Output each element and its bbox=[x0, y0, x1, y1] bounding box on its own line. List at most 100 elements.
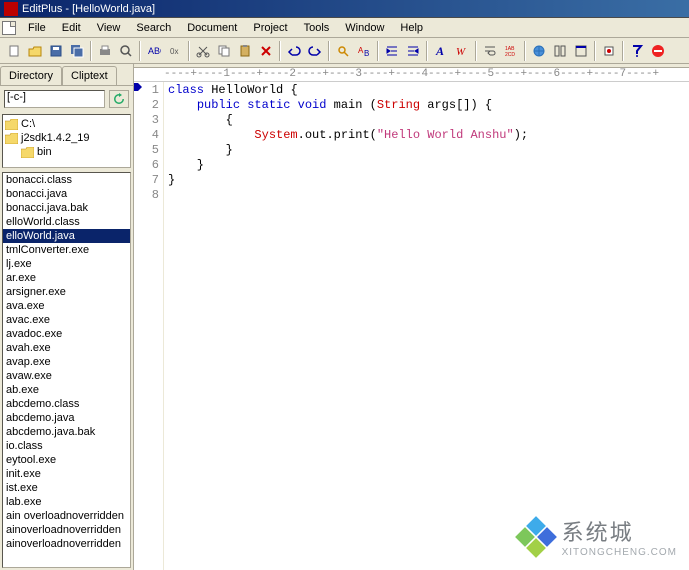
copy-button[interactable] bbox=[214, 41, 234, 61]
tree-item[interactable]: C:\ bbox=[5, 117, 128, 131]
toolbar: ABC 0x AB AW 1AB2CD bbox=[0, 38, 689, 64]
menu-tools[interactable]: Tools bbox=[296, 20, 338, 36]
line-num-button[interactable]: 1AB2CD bbox=[501, 41, 521, 61]
svg-text:0x: 0x bbox=[170, 47, 178, 56]
undo-button[interactable] bbox=[284, 41, 304, 61]
code-editor[interactable]: 12345678 class HelloWorld { public stati… bbox=[134, 82, 689, 570]
file-item[interactable]: lab.exe bbox=[3, 495, 130, 509]
menu-view[interactable]: View bbox=[89, 20, 129, 36]
file-item[interactable]: avap.exe bbox=[3, 355, 130, 369]
menu-window[interactable]: Window bbox=[337, 20, 392, 36]
line-number: 3 bbox=[134, 113, 159, 128]
columns-button[interactable] bbox=[550, 41, 570, 61]
browser-button[interactable] bbox=[529, 41, 549, 61]
menu-file[interactable]: File bbox=[20, 20, 54, 36]
file-item[interactable]: abcdemo.class bbox=[3, 397, 130, 411]
file-item[interactable]: ain overloadnoverridden bbox=[3, 509, 130, 523]
file-item[interactable]: tmlConverter.exe bbox=[3, 243, 130, 257]
find-icon bbox=[336, 44, 350, 58]
file-item[interactable]: ainoverloadnoverridden bbox=[3, 523, 130, 537]
file-item[interactable]: init.exe bbox=[3, 467, 130, 481]
file-item[interactable]: lj.exe bbox=[3, 257, 130, 271]
delete-button[interactable] bbox=[256, 41, 276, 61]
save-all-button[interactable] bbox=[67, 41, 87, 61]
font-icon: W bbox=[455, 44, 469, 58]
file-item[interactable]: abcdemo.java bbox=[3, 411, 130, 425]
svg-text:2CD: 2CD bbox=[505, 52, 515, 58]
hex-button[interactable]: 0x bbox=[165, 41, 185, 61]
print-button[interactable] bbox=[95, 41, 115, 61]
help-icon bbox=[630, 44, 644, 58]
window-title: EditPlus - [HelloWorld.java] bbox=[22, 3, 155, 15]
sidebar: DirectoryCliptext [-c-] C:\j2sdk1.4.2_19… bbox=[0, 64, 134, 570]
tree-item[interactable]: j2sdk1.4.2_19 bbox=[5, 131, 128, 145]
find-button[interactable] bbox=[333, 41, 353, 61]
bold-button[interactable]: A bbox=[431, 41, 451, 61]
current-line-marker-icon bbox=[134, 83, 142, 91]
file-item[interactable]: ainoverloadnoverridden bbox=[3, 537, 130, 551]
menu-search[interactable]: Search bbox=[128, 20, 179, 36]
menu-document[interactable]: Document bbox=[179, 20, 245, 36]
full-button[interactable] bbox=[571, 41, 591, 61]
tree-item[interactable]: bin bbox=[5, 145, 128, 159]
file-item[interactable]: ist.exe bbox=[3, 481, 130, 495]
save-button[interactable] bbox=[46, 41, 66, 61]
file-item[interactable]: elloWorld.java bbox=[3, 229, 130, 243]
file-item[interactable]: bonacci.java bbox=[3, 187, 130, 201]
sidebar-tab-directory[interactable]: Directory bbox=[0, 66, 62, 85]
delete-icon bbox=[259, 44, 273, 58]
drive-refresh-button[interactable] bbox=[109, 90, 129, 108]
menu-edit[interactable]: Edit bbox=[54, 20, 89, 36]
pref-button[interactable] bbox=[599, 41, 619, 61]
spell-button[interactable]: ABC bbox=[144, 41, 164, 61]
file-item[interactable]: eytool.exe bbox=[3, 453, 130, 467]
menu-help[interactable]: Help bbox=[392, 20, 431, 36]
full-icon bbox=[574, 44, 588, 58]
svg-text:W: W bbox=[456, 46, 466, 58]
font-button[interactable]: W bbox=[452, 41, 472, 61]
help-button[interactable] bbox=[627, 41, 647, 61]
hex-icon: 0x bbox=[168, 44, 182, 58]
file-item[interactable]: io.class bbox=[3, 439, 130, 453]
redo-button[interactable] bbox=[305, 41, 325, 61]
line-num-icon: 1AB2CD bbox=[504, 44, 518, 58]
file-item[interactable]: avah.exe bbox=[3, 341, 130, 355]
indent-button[interactable] bbox=[382, 41, 402, 61]
editor-pane: ----+----1----+----2----+----3----+----4… bbox=[134, 64, 689, 570]
cut-button[interactable] bbox=[193, 41, 213, 61]
line-number: 7 bbox=[134, 173, 159, 188]
file-item[interactable]: avac.exe bbox=[3, 313, 130, 327]
editor-tab-strip bbox=[134, 64, 689, 68]
outdent-button[interactable] bbox=[403, 41, 423, 61]
file-item[interactable]: avadoc.exe bbox=[3, 327, 130, 341]
document-icon bbox=[2, 21, 16, 35]
print-icon bbox=[98, 44, 112, 58]
menu-bar: FileEditViewSearchDocumentProjectToolsWi… bbox=[0, 18, 689, 38]
paste-button[interactable] bbox=[235, 41, 255, 61]
replace-icon: AB bbox=[357, 44, 371, 58]
stop-button[interactable] bbox=[648, 41, 668, 61]
code-area[interactable]: class HelloWorld { public static void ma… bbox=[164, 82, 689, 570]
wordwrap-button[interactable] bbox=[480, 41, 500, 61]
file-item[interactable]: arsigner.exe bbox=[3, 285, 130, 299]
file-item[interactable]: bonacci.class bbox=[3, 173, 130, 187]
file-item[interactable]: ar.exe bbox=[3, 271, 130, 285]
file-item[interactable]: ava.exe bbox=[3, 299, 130, 313]
file-item[interactable]: avaw.exe bbox=[3, 369, 130, 383]
file-item[interactable]: ab.exe bbox=[3, 383, 130, 397]
file-item[interactable]: elloWorld.class bbox=[3, 215, 130, 229]
file-item[interactable]: abcdemo.java.bak bbox=[3, 425, 130, 439]
save-all-icon bbox=[70, 44, 84, 58]
sidebar-tab-cliptext[interactable]: Cliptext bbox=[62, 66, 117, 85]
new-button[interactable] bbox=[4, 41, 24, 61]
preview-button[interactable] bbox=[116, 41, 136, 61]
file-list[interactable]: bonacci.classbonacci.javabonacci.java.ba… bbox=[2, 172, 131, 568]
column-ruler: ----+----1----+----2----+----3----+----4… bbox=[134, 68, 689, 82]
open-button[interactable] bbox=[25, 41, 45, 61]
replace-button[interactable]: AB bbox=[354, 41, 374, 61]
folder-tree[interactable]: C:\j2sdk1.4.2_19bin bbox=[2, 114, 131, 168]
file-item[interactable]: bonacci.java.bak bbox=[3, 201, 130, 215]
menu-project[interactable]: Project bbox=[245, 20, 295, 36]
drive-select[interactable]: [-c-] bbox=[4, 90, 105, 108]
new-icon bbox=[7, 44, 21, 58]
